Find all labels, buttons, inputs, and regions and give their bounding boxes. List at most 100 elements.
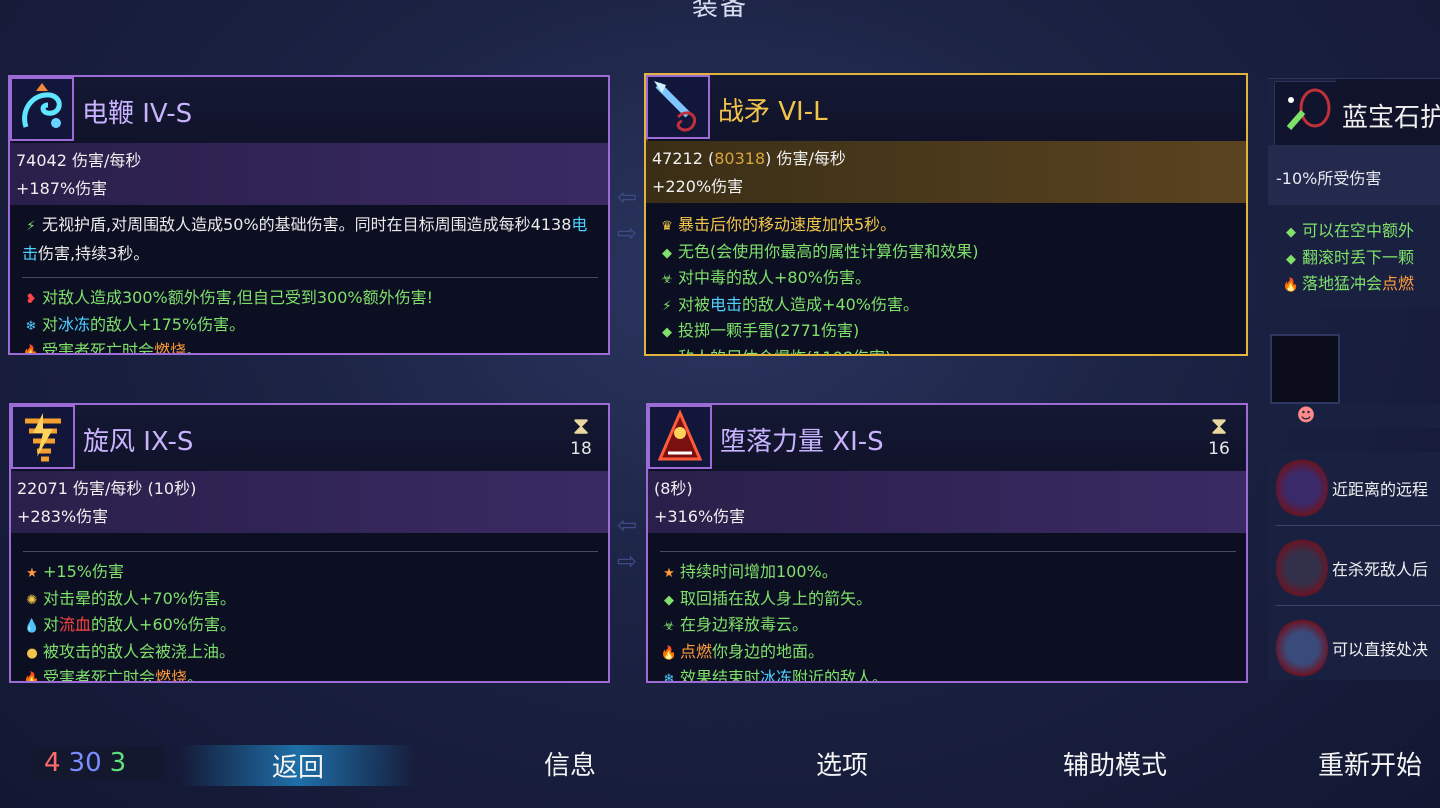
modifier-line: ☣ 在身边释放毒云。 [660, 613, 1236, 640]
amulet-card[interactable]: 蓝宝石护 -10%所受伤害 ◆ 可以在空中额外 ◆ 翻滚时丢下一颗 🔥 落地猛冲会点燃 [1268, 78, 1440, 308]
swap-left-arrow-icon[interactable]: ⇦ [610, 513, 644, 537]
cooldown-timer: ⧗ 16 [1204, 413, 1234, 459]
amulet-header: 蓝宝石护 [1336, 79, 1440, 145]
weapon-name: 战矛 VI-L [718, 97, 828, 127]
modifier-line: ◆ 翻滚时丢下一颗 [1282, 246, 1440, 273]
fire-icon: 🔥 [660, 645, 678, 661]
modifier-text: 对 [43, 615, 60, 634]
poison-icon: ☣ [663, 619, 675, 634]
crown-icon: ♛ [661, 219, 673, 234]
modifier-line: ♛ 暴击后你的移动速度加快5秒。 [658, 213, 1236, 240]
card-body: ★ 持续时间增加100%。 ◆ 取回插在敌人身上的箭矢。 ☣ 在身边释放毒云。 🔥 点燃你身边… [648, 533, 1246, 681]
modifier-line: ❄ 效果结束时冰冻附近的敌人。 [660, 666, 1236, 681]
amulet-icon [1274, 81, 1338, 147]
modifier-line: ◆敌人的尸体会爆炸(1108伤害) [658, 346, 1236, 355]
perks-panel: 近距离的远程 在杀死敌人后 可以直接处决 [1268, 452, 1440, 680]
divider [1276, 525, 1440, 526]
modifier-text: 点燃 [680, 641, 713, 661]
modifier-text: 冰冻 [760, 668, 793, 681]
modifier-text: 对敌人造成300%额外伤害,但自己受到300%额外伤害! [42, 288, 433, 307]
modifier-text: 受害者死亡时会 [42, 341, 155, 353]
dps-stat: 22071 伤害/每秒 (10秒) [17, 479, 197, 498]
screen-title: 装备 [691, 0, 748, 22]
card-body: ⚡ 无视护盾,对周围敌人造成50%的基础伤害。同时在目标周围造成每秒4138电击伤… [10, 205, 608, 353]
modifier-text: 翻滚时丢下一颗 [1302, 247, 1415, 267]
divider [1276, 605, 1440, 606]
lightning-icon: ⚡ [662, 298, 672, 314]
swap-right-arrow-icon[interactable]: ⇨ [610, 221, 644, 245]
modifier-line: 🔥 受害者死亡时会燃烧。 [23, 666, 598, 681]
perk-description: 近距离的远程 [1332, 480, 1429, 499]
restart-button[interactable]: 重新开始 [1318, 745, 1440, 782]
fire-icon: 🔥 [22, 345, 40, 353]
modifier-text: +15%伤害 [43, 562, 124, 581]
card-header: 战矛 VI-L [710, 75, 1246, 141]
weapon-name: 电鞭 IV-S [82, 99, 193, 129]
modifier-text: 对击晕的敌人+70%伤害。 [43, 588, 236, 608]
swap-right-arrow-icon[interactable]: ⇨ [610, 549, 644, 573]
perk-item[interactable]: 近距离的远程 [1268, 452, 1440, 526]
card-header: 电鞭 IV-S [74, 77, 608, 143]
perk-item[interactable]: 在杀死敌人后 [1268, 532, 1440, 606]
card-header: 堕落力量 XI-S ⧗ 16 [712, 405, 1246, 471]
bleed-icon: 💧 [23, 619, 41, 634]
amulet-name: 蓝宝石护 [1342, 103, 1440, 133]
fallen-power-skill-icon [648, 405, 712, 469]
modifier-text: 流血 [59, 615, 92, 634]
kill-perk-icon [1276, 538, 1328, 598]
diamond-bullet-icon: ◆ [662, 325, 672, 340]
equipment-card-whip[interactable]: 电鞭 IV-S 74042 伤害/每秒 +187%伤害 ⚡ 无视护盾,对周围敌人造… [8, 75, 610, 355]
dps-stat: 47212 (80318) 伤害/每秒 [652, 149, 846, 168]
divider [23, 551, 598, 552]
modifier-line: ◆ 可以在空中额外 [1282, 219, 1440, 246]
divider [22, 277, 598, 278]
modifier-line: 🔥 受害者死亡时会燃烧。 [22, 339, 598, 353]
modifier-text: 对中毒的敌人+80%伤害。 [678, 268, 871, 287]
perk-item[interactable]: 可以直接处决 [1268, 612, 1440, 686]
card-stats: 47212 (80318) 伤害/每秒 +220%伤害 [646, 141, 1246, 203]
tornado-skill-icon [11, 405, 75, 469]
modifier-text: 被攻击的敌人会被浇上油。 [43, 641, 236, 661]
card-stats: (8秒) +316%伤害 [648, 471, 1246, 533]
equipment-card-fallen-power[interactable]: 堕落力量 XI-S ⧗ 16 (8秒) +316%伤害 ★ 持续时间增加100%。 ◆… [646, 403, 1248, 683]
info-button[interactable]: 信息 [510, 745, 630, 782]
dps-stat: 74042 伤害/每秒 [16, 151, 142, 170]
empty-backpack-slot[interactable] [1270, 334, 1340, 404]
modifier-line: ★ +15%伤害 [23, 560, 598, 587]
modifier-text: 的敌人造成+40%伤害。 [742, 294, 920, 314]
character-face-icon: ☻ [1296, 405, 1316, 426]
bottom-menu-bar: 4 30 3 返回 信息 选项 辅助模式 重新开始 [0, 727, 1440, 808]
assist-mode-button[interactable]: 辅助模式 [1040, 745, 1190, 782]
card-body: ♛ 暴击后你的移动速度加快5秒。 ◆ 无色(会使用你最高的属性计算伤害和效果) ☣ 对中毒… [646, 203, 1246, 354]
modifier-text: 无色(会使用你最高的属性计算伤害和效果) [678, 241, 979, 261]
ice-icon: ❄ [25, 318, 37, 334]
modifier-line: ◆ 取回插在敌人身上的箭矢。 [660, 587, 1236, 614]
modifier-line: 💧 对流血的敌人+60%伤害。 [23, 613, 598, 640]
duration-stat: (8秒) [654, 479, 693, 498]
modifier-text: 对被 [678, 294, 711, 314]
equipment-card-spear[interactable]: 战矛 VI-L 47212 (80318) 伤害/每秒 +220%伤害 ♛ 暴击后… [644, 73, 1248, 356]
modifier-text: 附近的敌人。 [792, 668, 889, 681]
options-button[interactable]: 选项 [782, 745, 902, 782]
modifier-text: 落地猛冲会 [1302, 274, 1383, 293]
modifier-text: 受害者死亡时会 [43, 668, 156, 681]
divider [660, 551, 1236, 552]
modifier-text: 取回插在敌人身上的箭矢。 [680, 588, 873, 608]
swap-left-arrow-icon[interactable]: ⇦ [610, 185, 644, 209]
modifier-text: 的敌人+175%伤害。 [90, 314, 246, 334]
modifier-text: 。 [187, 668, 204, 681]
modifier-line: ✺ 对击晕的敌人+70%伤害。 [23, 587, 598, 614]
modifier-line: ❄ 对冰冻的敌人+175%伤害。 [22, 313, 598, 340]
modifier-line: ☣ 对中毒的敌人+80%伤害。 [658, 266, 1236, 293]
perk-description: 可以直接处决 [1332, 640, 1429, 659]
modifier-line: ❥ 对敌人造成300%额外伤害,但自己受到300%额外伤害! [22, 286, 598, 313]
modifier-text: 冰冻 [58, 314, 91, 334]
perk-description: 在杀死敌人后 [1332, 560, 1429, 579]
modifier-line: ● 被攻击的敌人会被浇上油。 [23, 640, 598, 667]
modifier-text: 燃烧 [155, 668, 188, 681]
back-button[interactable]: 返回 [180, 745, 416, 786]
equipment-card-tornado[interactable]: 旋风 IX-S ⧗ 18 22071 伤害/每秒 (10秒) +283%伤害 ★ +… [9, 403, 610, 683]
damage-bonus-stat: +316%伤害 [654, 507, 746, 526]
modifier-text: 投掷一颗手雷(2771伤害) [678, 321, 860, 340]
diamond-bullet-icon: ◆ [1286, 225, 1296, 240]
